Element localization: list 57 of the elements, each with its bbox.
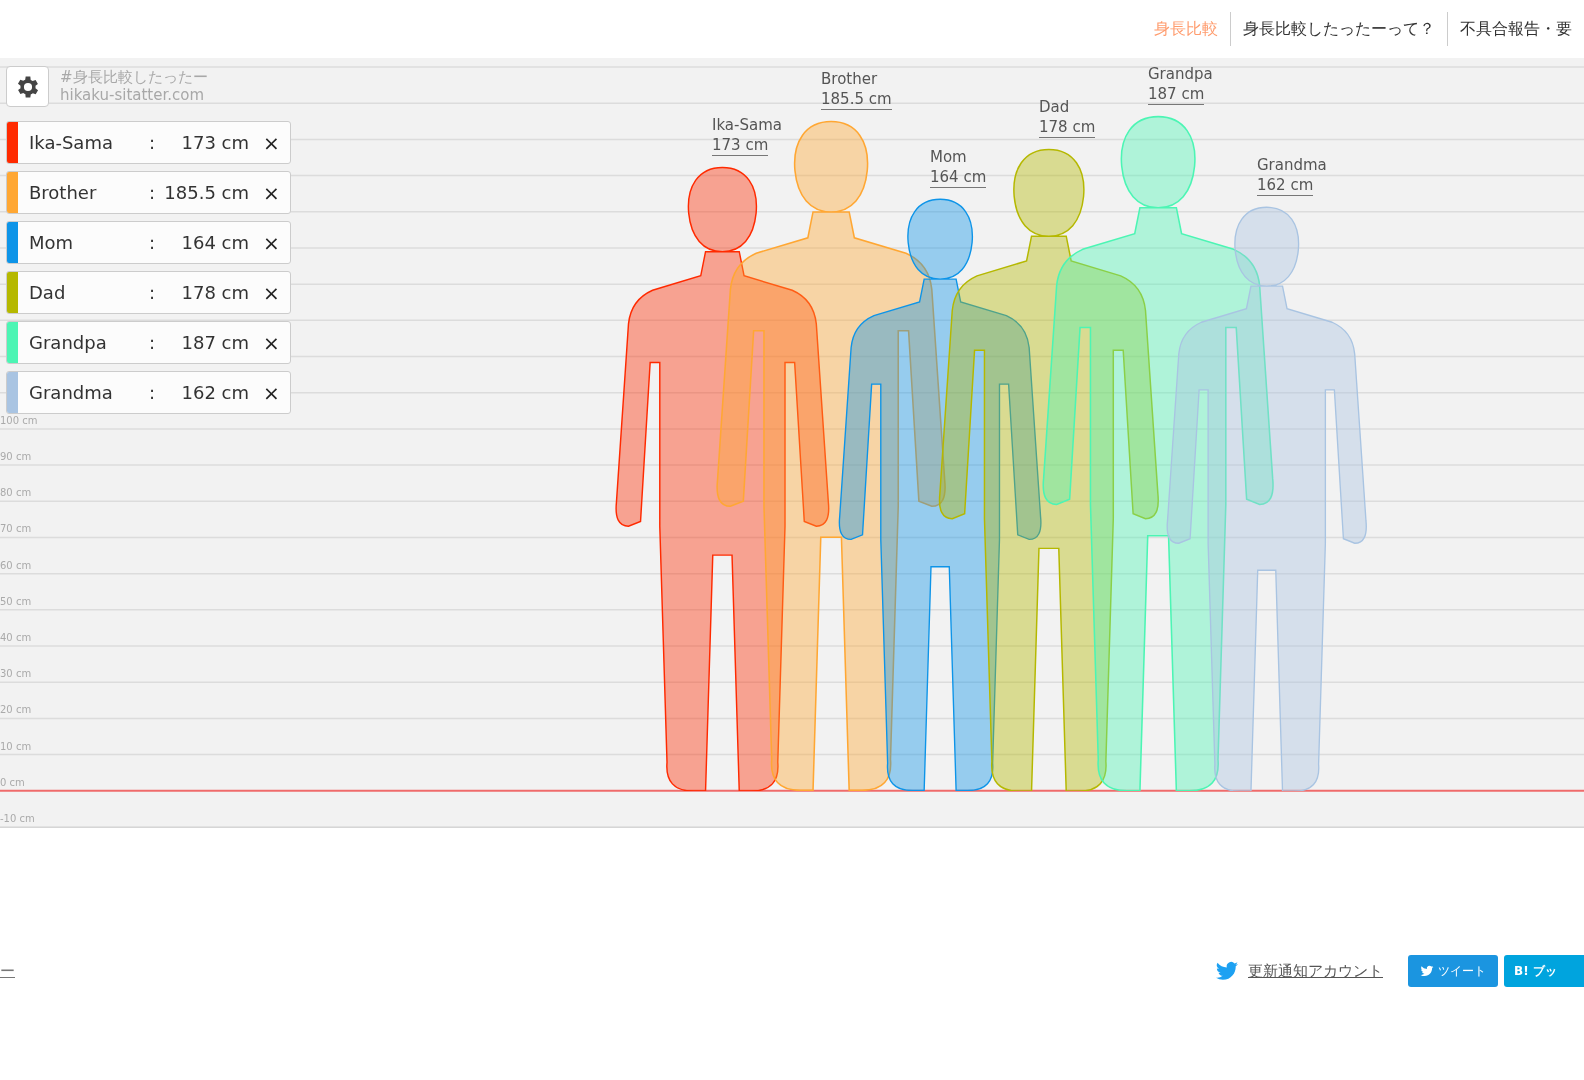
figure-height: 185.5 cm [821,89,892,111]
person-name: Mom [29,231,75,255]
scale-label: 60 cm [0,560,32,571]
figure-height: 178 cm [1039,116,1096,138]
person-name: Ika-Sama [29,131,114,155]
scale-label: 80 cm [0,488,32,499]
person-height: 173 cm [180,131,249,155]
figure-height: 164 cm [930,167,987,189]
footer-link[interactable]: ー [0,960,15,983]
separator: : [149,381,157,405]
scale-label: 50 cm [0,596,32,607]
remove-button[interactable]: × [259,232,284,253]
separator: : [149,131,157,155]
person-name: Brother [29,181,98,205]
person-height: 164 cm [180,231,249,255]
bird-icon [1420,964,1434,978]
figure-name: Ika-Sama [712,114,782,135]
scale-label: 20 cm [0,705,32,716]
figure-height: 187 cm [1148,84,1205,106]
scale-label: -10 cm [0,814,35,824]
canvas-caption: #身長比較したったー [60,68,208,86]
figure-height: 173 cm [712,134,769,156]
nav-tab[interactable]: 身長比較したったーって？ [1230,12,1447,46]
separator: : [149,331,157,355]
remove-button[interactable]: × [259,132,284,153]
person-name: Grandma [29,381,114,405]
scale-label: 90 cm [0,452,32,463]
separator: : [149,281,157,305]
person-height: 162 cm [180,381,249,405]
person-height: 178 cm [180,281,249,305]
person-height: 187 cm [180,331,249,355]
person-name: Dad [29,281,67,305]
figure-name: Mom [930,147,967,168]
settings-button[interactable] [6,66,49,107]
scale-label: 100 cm [0,415,38,426]
scale-label: 30 cm [0,669,32,680]
remove-button[interactable]: × [259,332,284,353]
person-name: Grandpa [29,331,108,355]
scale-label: 10 cm [0,741,32,752]
figure-name: Brother [821,69,878,90]
scale-label: 40 cm [0,633,32,644]
separator: : [149,231,157,255]
remove-button[interactable]: × [259,182,284,203]
figure-name: Grandpa [1148,64,1213,85]
figure-name: Dad [1039,96,1070,117]
remove-button[interactable]: × [259,282,284,303]
account-link[interactable]: 更新通知アカウント [1248,959,1383,983]
figure-height: 162 cm [1257,174,1314,196]
nav-tab[interactable]: 不具合報告・要 [1447,12,1584,46]
scale-label: 70 cm [0,524,32,535]
separator: : [149,181,157,205]
scale-label: 0 cm [0,777,25,788]
person-height: 185.5 cm [163,181,249,205]
bird-icon [1215,959,1239,983]
remove-button[interactable]: × [259,382,284,403]
canvas-caption: hikaku-sitatter.com [60,86,206,104]
figure-name: Grandma [1257,154,1327,175]
